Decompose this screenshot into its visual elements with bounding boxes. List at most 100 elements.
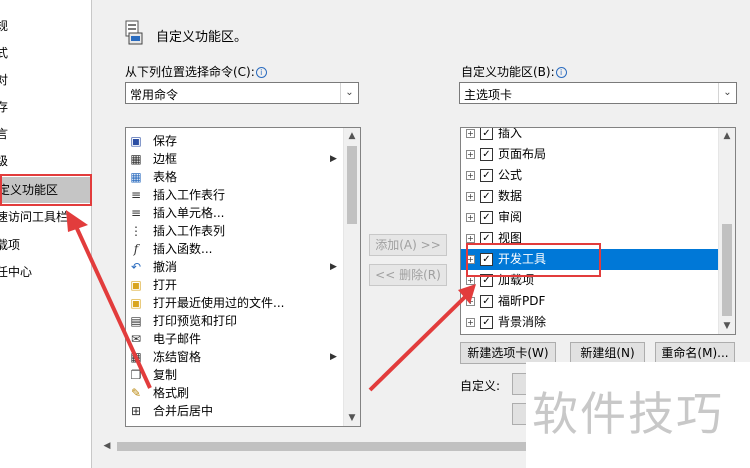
tabs-tree-scrollbar[interactable]: ▲ ▼ — [718, 128, 735, 334]
scroll-up-icon[interactable]: ▲ — [719, 128, 735, 144]
list-item-label: 冻结窗格 — [153, 350, 202, 364]
checkbox-checked-icon[interactable]: ✓ — [480, 169, 493, 182]
expand-icon[interactable]: + — [466, 255, 475, 264]
tree-node-foxit-pdf[interactable]: + ✓ 福昕PDF — [461, 291, 719, 312]
list-item[interactable]: ↶ 撤消 ▶ — [126, 258, 344, 276]
scroll-down-icon[interactable]: ▼ — [344, 410, 360, 426]
remove-button[interactable]: << 删除(R) — [369, 264, 447, 286]
nav-item-customize-ribbon[interactable]: 定义功能区 — [0, 177, 91, 203]
expand-icon[interactable]: + — [466, 276, 475, 285]
tree-node-background-removal[interactable]: + ✓ 背景消除 — [461, 312, 719, 333]
expand-icon[interactable]: + — [466, 171, 475, 180]
commands-list[interactable]: ▣ 保存 ▦ 边框 ▶ ▦ 表格 ≡ 插入工作表行 ≡ 插入单元格... ⋮ 插入工作表列 f… — [125, 127, 361, 427]
list-item[interactable]: ▦ 冻结窗格 ▶ — [126, 348, 344, 366]
expand-icon[interactable]: + — [466, 129, 475, 138]
new-tab-button[interactable]: 新建选项卡(W) — [460, 342, 556, 364]
checkbox-checked-icon[interactable]: ✓ — [480, 316, 493, 329]
list-item-label: 插入函数... — [153, 242, 213, 256]
tree-node-page-layout[interactable]: + ✓ 页面布局 — [461, 144, 719, 165]
tree-node-view[interactable]: + ✓ 视图 — [461, 228, 719, 249]
scroll-left-icon[interactable]: ◀ — [99, 438, 115, 455]
scroll-thumb[interactable] — [347, 146, 357, 224]
rename-button[interactable]: 重命名(M)... — [655, 342, 735, 364]
list-item[interactable]: ≡ 插入工作表行 — [126, 186, 344, 204]
list-item[interactable]: f 插入函数... — [126, 240, 344, 258]
tree-node-data[interactable]: + ✓ 数据 — [461, 186, 719, 207]
checkbox-checked-icon[interactable]: ✓ — [480, 190, 493, 203]
new-group-button[interactable]: 新建组(N) — [570, 342, 645, 364]
tree-node-label: 加载项 — [498, 273, 535, 287]
nav-item-label: 规 — [0, 13, 8, 39]
list-item-label: 插入工作表行 — [153, 188, 226, 202]
list-item[interactable]: ▣ 保存 — [126, 132, 344, 150]
tree-node-insert[interactable]: + ✓ 插入 — [461, 127, 719, 144]
customize-ribbon-select[interactable]: 主选项卡 ⌄ — [459, 82, 737, 104]
checkbox-checked-icon[interactable]: ✓ — [480, 295, 493, 308]
insert-sheet-rows-icon: ≡ — [130, 188, 142, 202]
checkbox-checked-icon[interactable]: ✓ — [480, 232, 493, 245]
checkbox-checked-icon[interactable]: ✓ — [480, 128, 493, 140]
tree-node-developer[interactable]: + ✓ 开发工具 — [461, 249, 719, 270]
format-painter-icon: ✎ — [130, 386, 142, 400]
list-item[interactable]: ⋮ 插入工作表列 — [126, 222, 344, 240]
nav-item-save[interactable]: 存 — [0, 94, 91, 120]
nav-item-trust-center[interactable]: 任中心 — [0, 259, 91, 285]
checkbox-checked-icon[interactable]: ✓ — [480, 148, 493, 161]
list-item[interactable]: ▣ 打开 — [126, 276, 344, 294]
expand-icon[interactable]: + — [466, 213, 475, 222]
commands-list-scrollbar[interactable]: ▲ ▼ — [343, 128, 360, 426]
list-item[interactable]: ⊞ 合并后居中 — [126, 402, 344, 420]
nav-item-proofing[interactable]: 对 — [0, 67, 91, 93]
tree-node-add-ins[interactable]: + ✓ 加载项 — [461, 270, 719, 291]
nav-item-quick-access-toolbar[interactable]: 速访问工具栏 — [0, 204, 91, 230]
checkbox-checked-icon[interactable]: ✓ — [480, 274, 493, 287]
function-icon: f — [133, 242, 139, 256]
tree-node-formulas[interactable]: + ✓ 公式 — [461, 165, 719, 186]
email-icon: ✉ — [130, 332, 142, 346]
merge-center-icon: ⊞ — [130, 404, 142, 418]
tree-node-label: 审阅 — [498, 210, 523, 224]
expand-icon[interactable]: + — [466, 150, 475, 159]
list-item[interactable]: ▦ 表格 — [126, 168, 344, 186]
table-icon: ▦ — [130, 170, 142, 184]
submenu-arrow-icon: ▶ — [330, 352, 337, 362]
nav-item-label: 定义功能区 — [0, 183, 59, 197]
submenu-arrow-icon: ▶ — [330, 154, 337, 164]
commands-from-select[interactable]: 常用命令 ⌄ — [125, 82, 359, 104]
nav-item-general[interactable]: 规 — [0, 13, 91, 39]
tree-node-label: 福昕PDF — [498, 294, 546, 308]
list-item[interactable]: ≡ 插入单元格... — [126, 204, 344, 222]
customize-ribbon-value: 主选项卡 — [464, 88, 513, 102]
expand-icon[interactable]: + — [466, 318, 475, 327]
list-item-label: 保存 — [153, 134, 178, 148]
tree-node-review[interactable]: + ✓ 审阅 — [461, 207, 719, 228]
list-item[interactable]: ▣ 打开最近使用过的文件... — [126, 294, 344, 312]
tree-node-label: 开发工具 — [498, 252, 547, 266]
list-item[interactable]: ❐ 复制 — [126, 366, 344, 384]
checkbox-checked-icon[interactable]: ✓ — [480, 253, 493, 266]
list-item[interactable]: ▦ 边框 ▶ — [126, 150, 344, 168]
list-item[interactable]: ✉ 电子邮件 — [126, 330, 344, 348]
chevron-down-icon[interactable]: ⌄ — [718, 83, 736, 103]
list-item[interactable]: ✎ 格式刷 — [126, 384, 344, 402]
checkbox-checked-icon[interactable]: ✓ — [480, 211, 493, 224]
insert-cells-icon: ≡ — [130, 206, 142, 220]
scroll-thumb[interactable] — [722, 224, 732, 316]
copy-icon: ❐ — [130, 368, 142, 382]
options-navigation: 规 式 对 存 言 级 定义功能区 速访问工具栏 载项 任中心 — [0, 0, 92, 468]
add-button[interactable]: 添加(A) >> — [369, 234, 447, 256]
chevron-down-icon[interactable]: ⌄ — [340, 83, 358, 103]
nav-item-label: 存 — [0, 94, 8, 120]
nav-item-language[interactable]: 言 — [0, 121, 91, 147]
nav-item-add-ins[interactable]: 载项 — [0, 232, 91, 258]
scroll-up-icon[interactable]: ▲ — [344, 128, 360, 144]
list-item[interactable]: ▤ 打印预览和打印 — [126, 312, 344, 330]
expand-icon[interactable]: + — [466, 297, 475, 306]
nav-item-advanced[interactable]: 级 — [0, 148, 91, 174]
tree-node-label: 插入 — [498, 127, 523, 140]
nav-item-formulas[interactable]: 式 — [0, 40, 91, 66]
expand-icon[interactable]: + — [466, 234, 475, 243]
expand-icon[interactable]: + — [466, 192, 475, 201]
scroll-down-icon[interactable]: ▼ — [719, 318, 735, 334]
ribbon-tabs-tree[interactable]: + ✓ 插入 + ✓ 页面布局 + ✓ 公式 + ✓ 数据 + ✓ 审阅 + ✓ 视图 + ✓ 开发工具 +… — [460, 127, 736, 335]
